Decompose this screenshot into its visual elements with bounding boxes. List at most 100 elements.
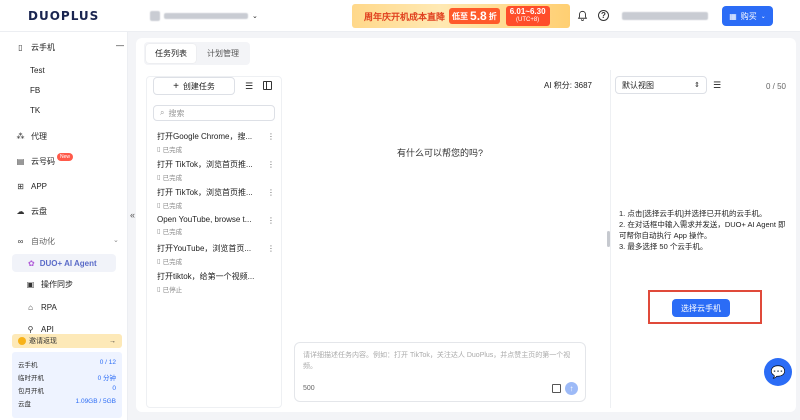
instruction-line: 2. 在对话框中输入需求并发送，DUO+ AI Agent 即可帮你自动执行 A…: [619, 220, 786, 240]
task-status: ▯ 已完成: [157, 226, 277, 236]
task-status-label: 已完成: [162, 147, 183, 154]
task-item[interactable]: 打开tiktok，给第一个视频... ▯ 已停止: [157, 271, 277, 294]
stat-row: 云盘 1.09GB / 5GB: [18, 398, 116, 408]
task-status-label: 已完成: [162, 259, 183, 266]
selected-phone-count: 0 / 50: [765, 82, 786, 91]
search-input[interactable]: ⌕ 搜索: [153, 105, 275, 121]
task-status-label: 已完成: [162, 229, 183, 236]
task-item[interactable]: 打开 TikTok，浏览首页推... ▯ 已完成 ⋮: [157, 187, 277, 210]
tab-plan-management[interactable]: 计划管理: [198, 44, 248, 63]
image-icon[interactable]: [552, 384, 561, 393]
stat-row: 云手机 0 / 12: [18, 359, 116, 369]
sidebar-item-label: 代理: [31, 131, 47, 141]
chevron-down-icon[interactable]: ⌄: [113, 236, 119, 244]
task-item[interactable]: 打开YouTube，浏览首页... ▯ 已完成 ⋮: [157, 243, 277, 266]
usage-stats: 云手机 0 / 12 临时开机 0 分钟 包月开机 0 云盘 1.09GB / 5GB: [12, 352, 122, 418]
more-icon[interactable]: ⋮: [267, 216, 275, 225]
network-icon: ⁂: [16, 131, 25, 141]
task-status: ▯ 已停止: [157, 284, 277, 294]
task-status-label: 已停止: [162, 287, 183, 294]
buy-button[interactable]: ▦ 购买 ⌄: [722, 6, 773, 26]
task-title: 打开 TikTok，浏览首页推...: [157, 188, 253, 197]
more-icon[interactable]: ⋮: [267, 132, 275, 141]
panel-toggle-icon[interactable]: [263, 81, 272, 90]
top-header: DUOPLUS ⌄ 周年庆开机成本直降 低至 5.8 折 6.01~6.30 (…: [0, 0, 800, 32]
user-menu[interactable]: [622, 12, 708, 20]
doc-icon: ▯: [157, 202, 161, 209]
task-item[interactable]: 打开 TikTok，浏览首页推... ▯ 已完成 ⋮: [157, 159, 277, 182]
sidebar-item-sync[interactable]: ▣ 操作同步: [26, 277, 73, 291]
doc-icon: ▯: [157, 146, 161, 153]
sidebar-item-automation[interactable]: ∞ 自动化: [16, 234, 55, 248]
char-count: 500: [303, 385, 315, 392]
task-status: ▯ 已完成: [157, 256, 277, 266]
sidebar-item-proxy[interactable]: ⁂ 代理: [16, 129, 48, 143]
invite-cashback-banner[interactable]: 邀请返现 →: [12, 334, 122, 348]
sidebar-item-cloud-number[interactable]: ▤ 云号码 New: [16, 153, 77, 168]
doc-icon: ▯: [157, 286, 161, 293]
chat-input[interactable]: 请详细描述任务内容。例如：打开 TikTok，关注达人 DuoPlus，并点赞主…: [294, 342, 586, 402]
sidebar-item-label: 操作同步: [41, 279, 73, 289]
create-task-button[interactable]: + 创建任务: [153, 77, 235, 95]
doc-icon: ▯: [157, 228, 161, 235]
tab-task-list[interactable]: 任务列表: [146, 44, 196, 63]
sidebar-subitem-test[interactable]: Test: [30, 66, 45, 75]
sidebar-subitem-tk[interactable]: TK: [30, 106, 40, 115]
promo-label: 低至: [452, 11, 469, 21]
stat-value: 0: [112, 385, 116, 392]
checklist-icon[interactable]: ☰: [713, 80, 721, 91]
task-status: ▯ 已完成: [157, 144, 277, 154]
sidebar-item-label: API: [41, 324, 54, 334]
task-item[interactable]: 打开Google Chrome，搜... ▯ 已完成 ⋮: [157, 131, 277, 154]
task-title: 打开 TikTok，浏览首页推...: [157, 160, 253, 169]
sidebar-subitem-fb[interactable]: FB: [30, 86, 40, 95]
checklist-icon[interactable]: ☰: [245, 81, 253, 92]
sidebar-item-label: 自动化: [31, 236, 55, 246]
help-icon[interactable]: ?: [598, 10, 609, 21]
chat-area: AI 积分: 3687 有什么可以帮您的吗? 请详细描述任务内容。例如：打开 T…: [284, 76, 596, 408]
task-status-label: 已完成: [162, 203, 183, 210]
chat-bubble-icon: 💬: [770, 365, 786, 379]
promo-banner[interactable]: 周年庆开机成本直降 低至 5.8 折 6.01~6.30 (UTC+8): [352, 4, 570, 28]
sidebar-item-app[interactable]: ⊞ APP: [16, 179, 47, 193]
sidebar-item-rpa[interactable]: ⌂ RPA: [26, 300, 57, 314]
sidebar-item-cloud-phone[interactable]: ▯ 云手机: [16, 40, 55, 54]
ai-agent-icon: ✿: [28, 258, 35, 268]
task-title: 打开YouTube，浏览首页...: [157, 244, 252, 253]
task-status: ▯ 已完成: [157, 200, 277, 210]
stat-row: 包月开机 0: [18, 385, 116, 395]
chat-input-placeholder: 请详细描述任务内容。例如：打开 TikTok，关注达人 DuoPlus，并点赞主…: [303, 352, 571, 370]
promo-title: 周年庆开机成本直降: [364, 11, 446, 22]
arrow-right-icon: →: [109, 337, 116, 345]
sidebar-item-label: DUO+ AI Agent: [39, 258, 97, 268]
duoplus-logo[interactable]: DUOPLUS: [28, 9, 99, 23]
more-icon[interactable]: ⋮: [267, 188, 275, 197]
phone-panel: 默认视图 ⇕ ☰ 0 / 50 1. 点击[选择云手机]并选择已开机的云手机。 …: [610, 70, 792, 408]
plus-icon: +: [173, 80, 179, 92]
support-chat-button[interactable]: 💬: [764, 358, 792, 386]
more-icon[interactable]: ⋮: [267, 244, 275, 253]
bell-icon[interactable]: [576, 10, 588, 22]
ai-points: AI 积分: 3687: [543, 81, 592, 90]
main-content: 任务列表 计划管理 + 创建任务 ☰ ⌕ 搜索 打开Google Chrome，…: [136, 38, 796, 412]
collapse-icon[interactable]: —: [116, 41, 124, 50]
sidebar-item-ai-agent[interactable]: ✿ DUO+ AI Agent: [12, 254, 116, 272]
chat-welcome-text: 有什么可以帮您的吗?: [396, 148, 483, 158]
doc-icon: ▯: [157, 258, 161, 265]
view-select[interactable]: 默认视图 ⇕: [615, 76, 707, 94]
instructions: 1. 点击[选择云手机]并选择已开机的云手机。 2. 在对话框中输入需求并发送，…: [619, 208, 791, 252]
phone-icon: ▯: [18, 42, 23, 52]
task-title: Open YouTube, browse t...: [157, 215, 252, 224]
task-status: ▯ 已完成: [157, 172, 277, 182]
collapse-sidebar-icon[interactable]: «: [130, 210, 135, 220]
stat-label: 包月开机: [18, 388, 44, 395]
task-list-panel: + 创建任务 ☰ ⌕ 搜索 打开Google Chrome，搜... ▯ 已完成 …: [146, 76, 282, 408]
more-icon[interactable]: ⋮: [267, 160, 275, 169]
account-switcher[interactable]: ⌄: [150, 11, 262, 21]
select-phone-button[interactable]: 选择云手机: [672, 299, 730, 317]
sidebar-item-cloud-disk[interactable]: ☁ 云盘: [16, 204, 48, 218]
create-task-label: 创建任务: [182, 81, 215, 91]
send-button[interactable]: ↑: [565, 382, 578, 395]
link-icon: ∞: [17, 236, 24, 246]
task-item[interactable]: Open YouTube, browse t... ▯ 已完成 ⋮: [157, 215, 277, 237]
